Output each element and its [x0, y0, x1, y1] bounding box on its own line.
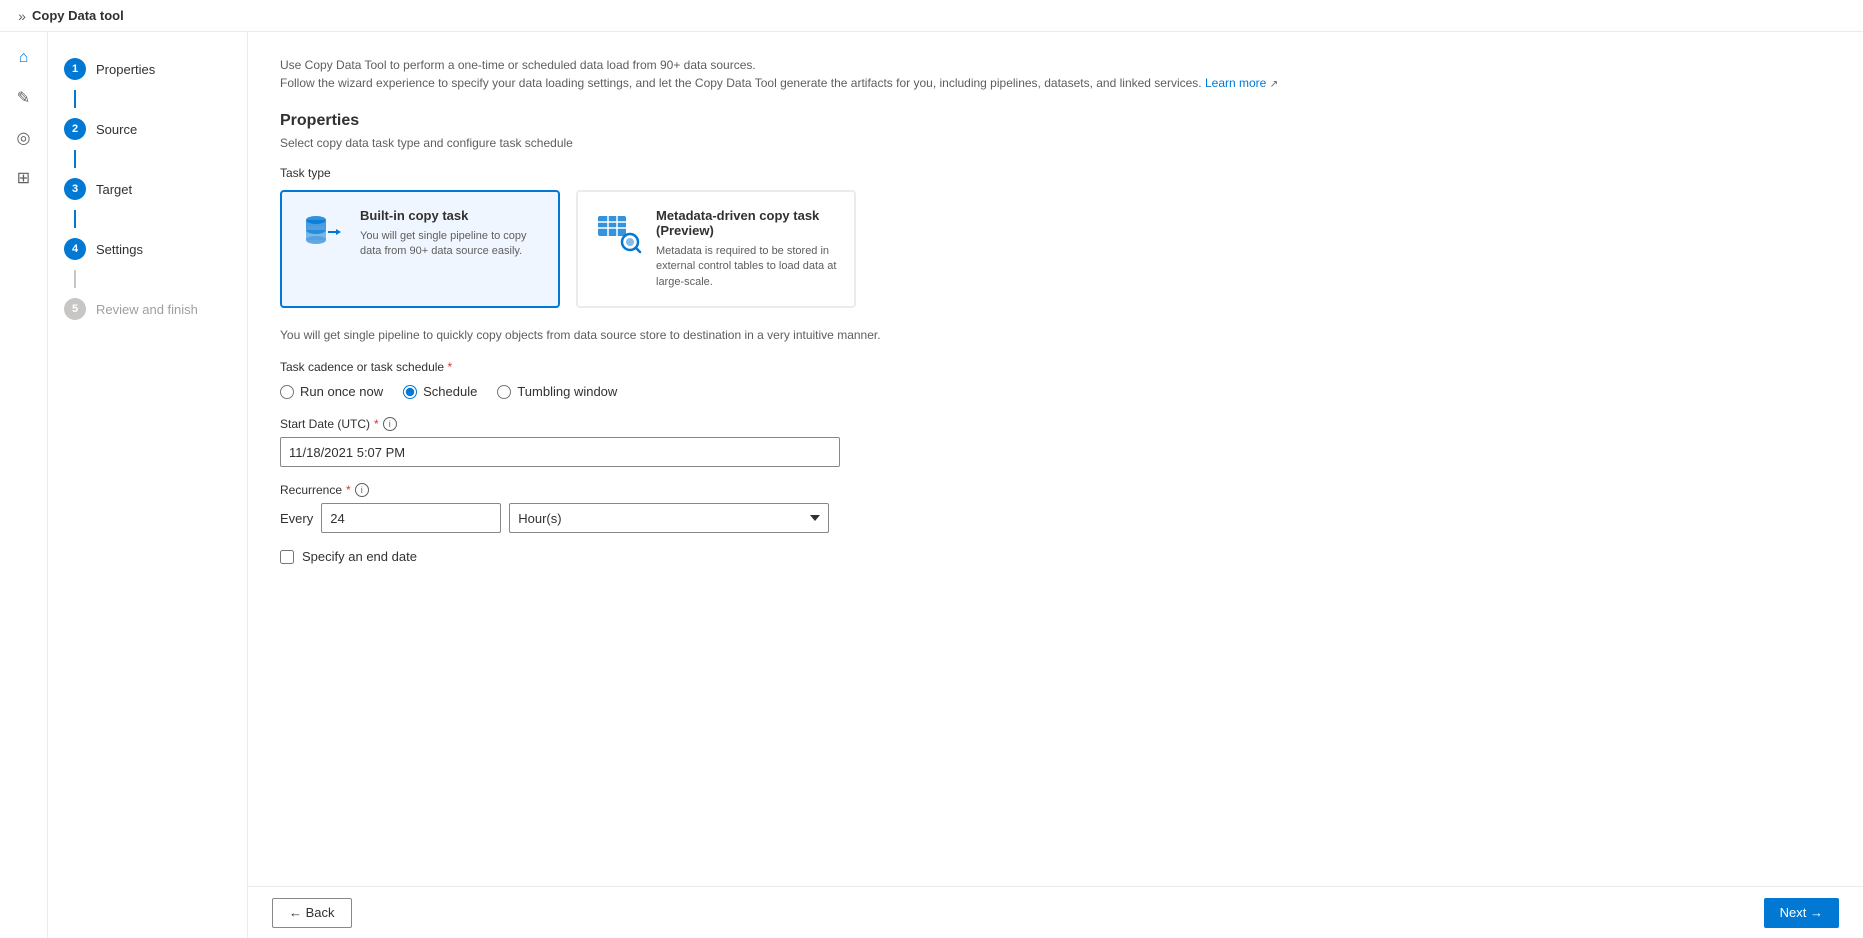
- content-area: Use Copy Data Tool to perform a one-time…: [248, 32, 1863, 938]
- pencil-icon-button[interactable]: ✎: [6, 80, 42, 116]
- nav-step-properties[interactable]: 1 Properties: [48, 48, 247, 90]
- learn-more-link[interactable]: Learn more: [1205, 76, 1266, 90]
- task-pipeline-desc: You will get single pipeline to quickly …: [280, 328, 1831, 342]
- nav-connector-1-2: [74, 90, 76, 108]
- recurrence-label-text: Recurrence: [280, 483, 342, 497]
- step-circle-4: 4: [64, 238, 86, 260]
- start-date-info-icon[interactable]: i: [383, 417, 397, 431]
- task-card-builtin[interactable]: Built-in copy task You will get single p…: [280, 190, 560, 308]
- step-circle-2: 2: [64, 118, 86, 140]
- nav-step-source[interactable]: 2 Source: [48, 108, 247, 150]
- step-circle-5: 5: [64, 298, 86, 320]
- start-date-field-group: Start Date (UTC) * i: [280, 417, 1831, 467]
- builtin-task-title: Built-in copy task: [360, 208, 542, 223]
- metadata-task-desc: Metadata is required to be stored in ext…: [656, 244, 838, 290]
- specify-end-date-checkbox[interactable]: [280, 550, 294, 564]
- nav-step-target[interactable]: 3 Target: [48, 168, 247, 210]
- section-title: Properties: [280, 112, 1831, 130]
- nav-label-review: Review and finish: [96, 302, 198, 317]
- builtin-task-text: Built-in copy task You will get single p…: [360, 208, 542, 260]
- radio-schedule-label: Schedule: [423, 384, 477, 399]
- nav-connector-2-3: [74, 150, 76, 168]
- icon-sidebar: ⌂ ✎ ◎ ⊞: [0, 32, 48, 938]
- nav-step-settings[interactable]: 4 Settings: [48, 228, 247, 270]
- cadence-required-mark: *: [447, 360, 452, 374]
- specify-end-date-row: Specify an end date: [280, 549, 1831, 564]
- recurrence-info-icon[interactable]: i: [355, 483, 369, 497]
- back-button[interactable]: ← Back: [272, 898, 352, 928]
- next-button[interactable]: Next →: [1764, 898, 1839, 928]
- nav-label-target: Target: [96, 182, 132, 197]
- recurrence-unit-select[interactable]: Minute(s) Hour(s) Day(s) Week(s) Month(s…: [509, 503, 829, 533]
- monitor-icon-button[interactable]: ◎: [6, 120, 42, 156]
- section-subtitle: Select copy data task type and configure…: [280, 136, 1831, 150]
- recurrence-every-label: Every: [280, 511, 313, 526]
- metadata-task-text: Metadata-driven copy task (Preview) Meta…: [656, 208, 838, 290]
- builtin-task-icon: [298, 208, 346, 256]
- start-date-label-text: Start Date (UTC): [280, 417, 370, 431]
- nav-step-review[interactable]: 5 Review and finish: [48, 288, 247, 330]
- nav-connector-3-4: [74, 210, 76, 228]
- radio-run-once[interactable]: Run once now: [280, 384, 383, 399]
- intro-text: Use Copy Data Tool to perform a one-time…: [280, 56, 1831, 92]
- bottom-bar: ← Back Next →: [248, 886, 1863, 938]
- radio-run-once-label: Run once now: [300, 384, 383, 399]
- radio-tumbling-label: Tumbling window: [517, 384, 617, 399]
- app-title: Copy Data tool: [32, 8, 124, 23]
- specify-end-date-label: Specify an end date: [302, 549, 417, 564]
- task-cards-row: Built-in copy task You will get single p…: [280, 190, 1831, 308]
- recurrence-row: Every Minute(s) Hour(s) Day(s) Week(s) M…: [280, 503, 1831, 533]
- top-bar: » Copy Data tool: [0, 0, 1863, 32]
- nav-panel: 1 Properties 2 Source 3 Target 4 Setting…: [48, 32, 248, 938]
- step-circle-1: 1: [64, 58, 86, 80]
- cadence-radio-group: Run once now Schedule Tumbling window: [280, 384, 1831, 399]
- intro-line2: Follow the wizard experience to specify …: [280, 76, 1202, 90]
- radio-run-once-input[interactable]: [280, 385, 294, 399]
- radio-schedule-input[interactable]: [403, 385, 417, 399]
- recurrence-required-mark: *: [346, 483, 351, 497]
- metadata-task-icon: [594, 208, 642, 256]
- task-card-metadata[interactable]: Metadata-driven copy task (Preview) Meta…: [576, 190, 856, 308]
- manage-icon-button[interactable]: ⊞: [6, 160, 42, 196]
- start-date-required-mark: *: [374, 417, 379, 431]
- radio-schedule[interactable]: Schedule: [403, 384, 477, 399]
- radio-tumbling-input[interactable]: [497, 385, 511, 399]
- nav-label-source: Source: [96, 122, 137, 137]
- step-circle-3: 3: [64, 178, 86, 200]
- nav-label-properties: Properties: [96, 62, 155, 77]
- nav-label-settings: Settings: [96, 242, 143, 257]
- nav-connector-4-5: [74, 270, 76, 288]
- radio-tumbling[interactable]: Tumbling window: [497, 384, 617, 399]
- start-date-input[interactable]: [280, 437, 840, 467]
- cadence-label-text: Task cadence or task schedule: [280, 360, 444, 374]
- task-type-label: Task type: [280, 166, 1831, 180]
- cadence-label: Task cadence or task schedule *: [280, 360, 1831, 374]
- intro-line1: Use Copy Data Tool to perform a one-time…: [280, 58, 756, 72]
- home-icon-button[interactable]: ⌂: [6, 40, 42, 76]
- builtin-task-desc: You will get single pipeline to copy dat…: [360, 229, 542, 260]
- recurrence-field-group: Recurrence * i Every Minute(s) Hour(s) D…: [280, 483, 1831, 533]
- metadata-task-title: Metadata-driven copy task (Preview): [656, 208, 838, 238]
- bottom-left-actions: ← Back: [272, 898, 352, 928]
- recurrence-label: Recurrence * i: [280, 483, 1831, 497]
- external-link-icon: ↗: [1270, 79, 1278, 90]
- start-date-label: Start Date (UTC) * i: [280, 417, 1831, 431]
- recurrence-number-input[interactable]: [321, 503, 501, 533]
- bottom-right-actions: Next →: [1764, 898, 1839, 928]
- expand-sidebar-button[interactable]: »: [12, 6, 32, 26]
